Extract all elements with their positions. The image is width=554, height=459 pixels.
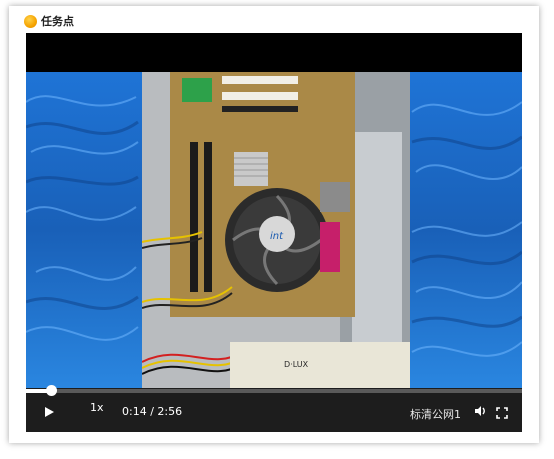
task-header: 任务点 [24, 10, 74, 32]
time-display: 0:14 / 2:56 [122, 405, 183, 418]
progress-handle[interactable] [46, 385, 57, 396]
playback-speed-button[interactable]: 1x [90, 401, 104, 414]
video-player[interactable]: int D·LUX 1x 0:14 / 2:56 标清公网1 [26, 33, 522, 432]
task-card: 任务点 int D·LUX 1x 0:14 / 2:56 标清公网1 [9, 6, 539, 443]
progress-bar[interactable] [26, 385, 522, 396]
motherboard-illustration: int D·LUX [142, 72, 410, 388]
psu-label: D·LUX [284, 360, 309, 369]
play-button[interactable] [42, 404, 56, 418]
play-icon [45, 407, 54, 417]
fullscreen-icon [496, 407, 508, 419]
video-canvas[interactable]: int D·LUX [26, 72, 522, 388]
svg-text:int: int [270, 231, 284, 242]
task-point-icon [24, 14, 37, 28]
motherboard-photo: int D·LUX [142, 72, 410, 388]
volume-icon [475, 406, 485, 416]
quality-selector[interactable]: 标清公网1 [410, 406, 461, 422]
control-bar: 1x 0:14 / 2:56 标清公网1 [26, 385, 522, 432]
task-title: 任务点 [41, 15, 74, 28]
fullscreen-button[interactable] [496, 404, 508, 419]
volume-button[interactable] [473, 403, 487, 417]
